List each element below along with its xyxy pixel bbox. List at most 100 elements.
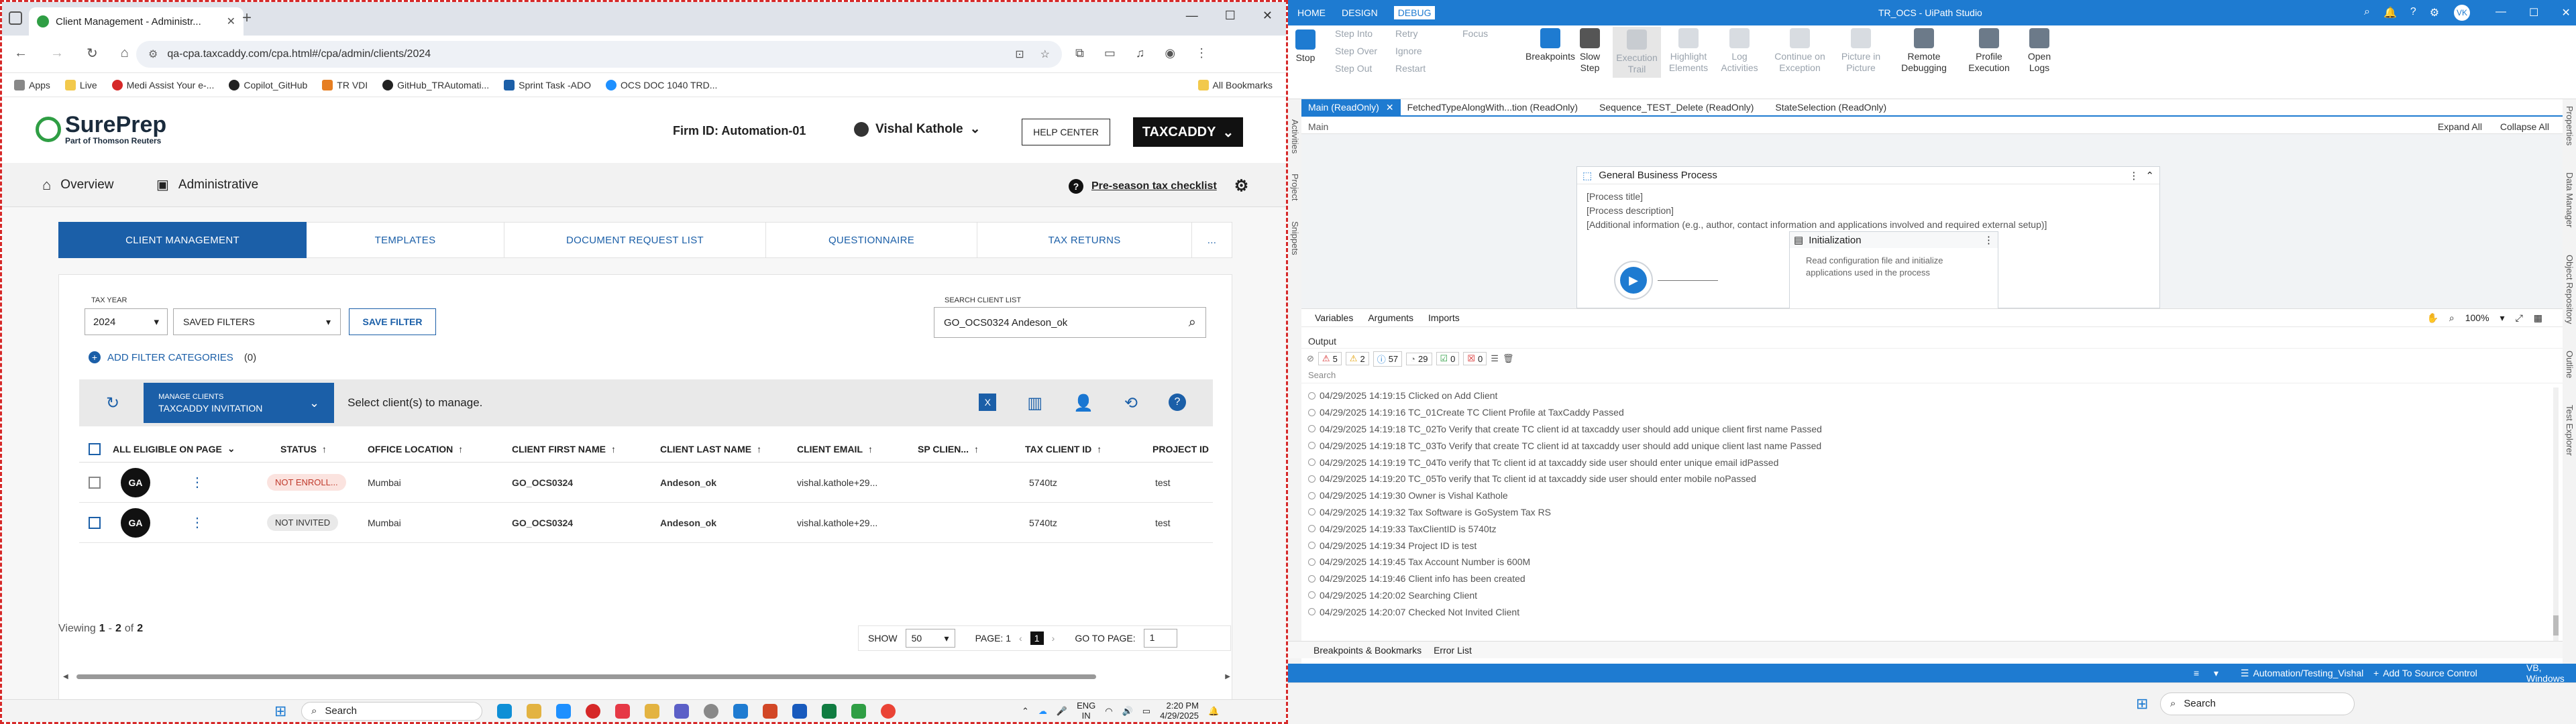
goto-page-input[interactable]: 1 <box>1143 629 1177 648</box>
imports-tab[interactable]: Imports <box>1428 312 1460 323</box>
zoom-level[interactable]: 100% <box>2465 312 2489 323</box>
columns-icon[interactable]: ▥ <box>1027 394 1042 413</box>
col-status[interactable]: STATUS ↑ <box>280 444 327 455</box>
maximize-icon[interactable]: ☐ <box>1225 9 1236 23</box>
bookmark-medi-assist[interactable]: Medi Assist Your e-... <box>111 79 214 90</box>
site-info-icon[interactable]: ⚙ <box>148 48 158 61</box>
app-green-icon[interactable] <box>851 703 866 719</box>
more-icon[interactable]: ⋮ <box>1984 234 1994 246</box>
gear-icon[interactable]: ⚙ <box>2430 6 2439 19</box>
nav-overview[interactable]: ⌂ Overview <box>42 176 113 194</box>
settings-icon[interactable] <box>704 703 718 719</box>
step-out-button[interactable]: Step Out <box>1335 63 1377 74</box>
manage-clients-select[interactable]: MANAGE CLIENTS TAXCADDY INVITATION ⌄ <box>144 383 335 423</box>
horizontal-scrollbar[interactable]: ◀ ▶ <box>63 673 1230 680</box>
preseason-checklist[interactable]: ? Pre-season tax checklist ⚙ <box>1069 176 1248 196</box>
add-source-control[interactable]: + Add To Source Control <box>2373 668 2477 678</box>
tab-client-management[interactable]: CLIENT MANAGEMENT <box>58 222 307 258</box>
project-status[interactable]: ☰ Automation/Testing_Vishal <box>2241 668 2363 679</box>
menu-home[interactable]: HOME <box>1297 7 1326 18</box>
id-app-icon[interactable] <box>615 703 630 719</box>
scroll-left-icon[interactable]: ◀ <box>63 673 68 680</box>
col-first-name[interactable]: CLIENT FIRST NAME ↑ <box>512 444 616 455</box>
more-icon[interactable]: ⋮ <box>2129 170 2139 182</box>
open-logs-button[interactable]: Open Logs <box>2022 28 2057 74</box>
focus-button[interactable]: Focus <box>1462 28 1488 39</box>
extensions-icon[interactable]: ⧉ <box>1075 46 1084 60</box>
gear-icon[interactable]: ⚙ <box>1234 176 1249 196</box>
pan-icon[interactable]: ✋ <box>2426 312 2438 324</box>
caret-down-icon[interactable]: ▾ <box>2500 312 2505 324</box>
windows-start-icon[interactable]: ⊞ <box>274 703 286 720</box>
tab-questionnaire[interactable]: QUESTIONNAIRE <box>766 222 977 258</box>
taskbar-search[interactable]: ⌕ Search <box>301 701 482 721</box>
doc-tab-fetched[interactable]: FetchedTypeAlongWith...tion (ReadOnly) <box>1401 99 1585 115</box>
step-over-button[interactable]: Step Over <box>1335 46 1377 56</box>
profile-icon[interactable]: ◉ <box>1165 46 1175 60</box>
excel-icon[interactable] <box>822 703 837 719</box>
tab-tax-returns[interactable]: TAX RETURNS <box>977 222 1192 258</box>
step-into-button[interactable]: Step Into <box>1335 28 1377 39</box>
remote-debugging-button[interactable]: Remote Debugging <box>1892 28 1956 74</box>
menu-debug[interactable]: DEBUG <box>1393 6 1436 19</box>
clear-filter-icon[interactable]: ⊘ <box>1307 353 1314 364</box>
url-bar[interactable]: ⚙ qa-cpa.taxcaddy.com/cpa.html#/cpa/admi… <box>136 41 1062 68</box>
user-menu[interactable]: Vishal Kathole ⌄ <box>854 121 981 137</box>
start-node[interactable]: ▶ <box>1614 261 1653 300</box>
install-icon[interactable]: ⊡ <box>1015 48 1024 61</box>
breakpoints-tab[interactable]: Breakpoints & Bookmarks <box>1313 645 1421 656</box>
taxcaddy-product-button[interactable]: TAXCADDY ⌄ <box>1133 117 1243 147</box>
explorer-icon[interactable] <box>527 703 541 719</box>
row-actions-icon[interactable]: ⋮ <box>191 514 204 531</box>
tax-year-select[interactable]: 2024 ▾ <box>85 308 168 335</box>
taskbar-search[interactable]: ⌕ Search <box>2160 692 2355 715</box>
restart-button[interactable]: Restart <box>1395 63 1426 74</box>
execution-trail-button[interactable]: Execution Trail <box>1613 27 1661 78</box>
cloud-icon[interactable]: ☁ <box>1038 706 1047 717</box>
row-checkbox[interactable] <box>89 516 101 529</box>
reload-icon[interactable]: ↻ <box>87 45 98 62</box>
notification-icon[interactable]: ≡ <box>2194 668 2199 678</box>
minimize-icon[interactable]: — <box>2496 6 2506 19</box>
initialization-state[interactable]: ▤ Initialization ⋮ Read configuration fi… <box>1789 231 1998 309</box>
scrollbar-thumb[interactable] <box>2553 615 2559 636</box>
new-tab-icon[interactable]: + <box>242 9 252 27</box>
language-indicator[interactable]: ENG IN <box>1077 701 1095 721</box>
teams-icon[interactable] <box>674 703 689 719</box>
bookmark-live[interactable]: Live <box>64 79 97 90</box>
wifi-icon[interactable]: ◠ <box>1105 706 1112 717</box>
bookmark-copilot[interactable]: Copilot_GitHub <box>229 79 307 90</box>
col-tax-client-id[interactable]: TAX CLIENT ID ↑ <box>1025 444 1102 455</box>
bookmark-star-icon[interactable]: ☆ <box>1040 48 1050 61</box>
overview-map-icon[interactable]: ▦ <box>2534 312 2542 324</box>
ignore-button[interactable]: Ignore <box>1395 46 1426 56</box>
table-row[interactable]: GA ⋮ NOT INVITED Mumbai GO_OCS0324 Andes… <box>79 503 1213 543</box>
notification-icon[interactable]: 🔔 <box>2383 6 2397 19</box>
save-filter-button[interactable]: SAVE FILTER <box>349 308 436 335</box>
arguments-tab[interactable]: Arguments <box>1368 312 1413 323</box>
rail-activities[interactable]: Activities <box>1290 119 1300 154</box>
sync-users-icon[interactable]: ⟲ <box>1124 394 1138 413</box>
trash-icon[interactable]: 🗑 <box>1503 353 1514 364</box>
search-icon[interactable]: ⌕ <box>2364 6 2370 19</box>
slow-step-button[interactable]: Slow Step <box>1571 28 1609 74</box>
doc-tab-state[interactable]: StateSelection (ReadOnly) <box>1768 99 1893 115</box>
rail-test-explorer[interactable]: Test Explorer <box>2565 405 2575 456</box>
profile-execution-button[interactable]: Profile Execution <box>1959 28 2019 74</box>
expand-all-link[interactable]: Expand All <box>2438 121 2482 132</box>
row-actions-icon[interactable]: ⋮ <box>191 474 204 491</box>
powerpoint-icon[interactable] <box>763 703 777 719</box>
close-tab-icon[interactable]: ✕ <box>227 15 235 28</box>
collapse-all-link[interactable]: Collapse All <box>2500 121 2549 132</box>
collapse-icon[interactable]: ⌃ <box>2145 170 2154 182</box>
retry-button[interactable]: Retry <box>1395 28 1426 39</box>
refresh-icon[interactable]: ↻ <box>106 394 119 413</box>
word-icon[interactable] <box>792 703 807 719</box>
filter-errors[interactable]: ⚠ 5 <box>1318 352 1342 365</box>
bookmark-github-tr[interactable]: GitHub_TRAutomati... <box>382 79 489 90</box>
add-filter-categories[interactable]: + ADD FILTER CATEGORIES (0) <box>89 351 256 363</box>
scroll-right-icon[interactable]: ▶ <box>1225 673 1230 680</box>
user-avatar[interactable]: VK <box>2454 5 2470 21</box>
tab-more[interactable]: ... <box>1192 222 1232 258</box>
error-list-tab[interactable]: Error List <box>1434 645 1472 656</box>
